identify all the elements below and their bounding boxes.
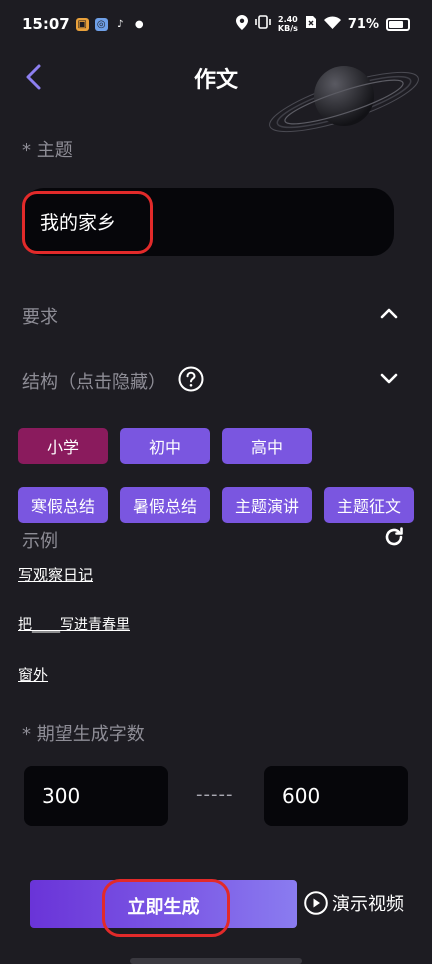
- example-item[interactable]: 窗外: [18, 664, 48, 685]
- examples-label: 示例: [22, 531, 58, 552]
- net-speed-unit: KB/s: [277, 24, 298, 33]
- example-item[interactable]: 写观察日记: [18, 564, 93, 585]
- net-speed-value: 2.40: [278, 15, 298, 24]
- sim-icon: [305, 15, 317, 33]
- topic-input-value: 我的家乡: [40, 212, 117, 234]
- chip-type-summer-summary[interactable]: 暑假总结: [120, 487, 210, 523]
- status-bar: 15:07 ▣ ◎ ♪ ● 2.40 KB/s 71%: [0, 0, 432, 48]
- refresh-icon[interactable]: [382, 525, 406, 549]
- app-notification-icon: ◎: [94, 17, 108, 31]
- generate-button[interactable]: 立即生成: [30, 880, 297, 928]
- battery-percent: 71%: [347, 16, 379, 32]
- home-indicator[interactable]: [130, 958, 302, 964]
- example-item[interactable]: 把____写进青春里: [18, 614, 130, 634]
- word-count-min-value: 300: [42, 784, 81, 808]
- word-count-min-input[interactable]: 300: [24, 766, 168, 826]
- chevron-up-icon[interactable]: [377, 301, 401, 325]
- vibrate-icon: [255, 15, 271, 33]
- play-circle-icon: [304, 891, 328, 915]
- topic-input[interactable]: 我的家乡: [22, 188, 394, 256]
- battery-icon: [386, 17, 410, 31]
- status-time: 15:07: [22, 15, 70, 33]
- wifi-icon: [323, 15, 341, 33]
- demo-video-label: 演示视频: [332, 894, 404, 915]
- tiktok-icon: ♪: [117, 18, 124, 30]
- demo-video-button[interactable]: 演示视频: [304, 890, 404, 916]
- help-icon[interactable]: [178, 366, 204, 392]
- word-count-max-input[interactable]: 600: [264, 766, 408, 826]
- topic-label: * 主题: [22, 140, 73, 161]
- chip-type-essay-contest[interactable]: 主题征文: [324, 487, 414, 523]
- chevron-down-icon[interactable]: [377, 366, 401, 390]
- generate-button-label: 立即生成: [127, 897, 200, 918]
- location-icon: [235, 14, 248, 34]
- word-count-max-value: 600: [282, 784, 321, 808]
- range-separator: -----: [196, 784, 234, 805]
- header: 作文: [0, 52, 432, 104]
- structure-label[interactable]: 结构（点击隐藏）: [22, 368, 166, 394]
- net-speed: 2.40 KB/s: [278, 15, 298, 33]
- chip-level-junior[interactable]: 初中: [120, 428, 210, 464]
- chip-type-speech[interactable]: 主题演讲: [222, 487, 312, 523]
- requirements-label: 要求: [22, 307, 58, 328]
- chip-level-senior[interactable]: 高中: [222, 428, 312, 464]
- chip-level-primary[interactable]: 小学: [18, 428, 108, 464]
- page-title: 作文: [193, 68, 238, 93]
- chip-type-winter-summary[interactable]: 寒假总结: [18, 487, 108, 523]
- app-notification-icon: ▣: [75, 17, 89, 31]
- word-count-label: * 期望生成字数: [22, 724, 145, 745]
- wechat-icon: ●: [134, 18, 144, 30]
